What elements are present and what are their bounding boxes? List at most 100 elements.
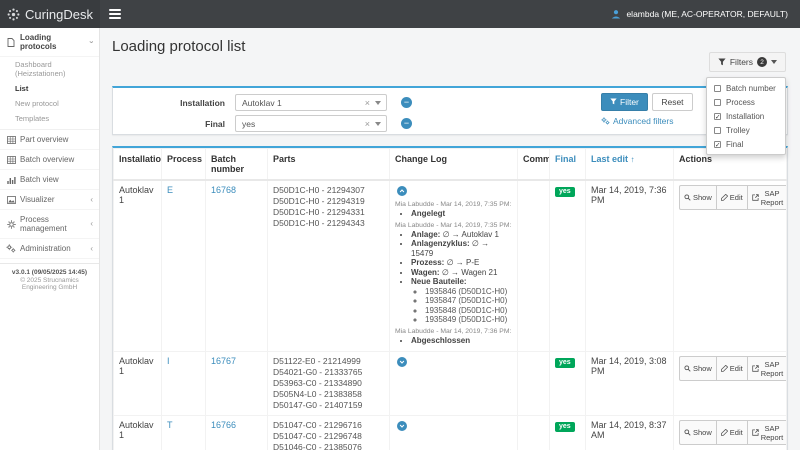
final-badge: yes: [555, 187, 575, 197]
copyright: © 2025 Strucnamics Engineering GmbH: [3, 277, 96, 291]
filter-option-label: Process: [726, 98, 755, 107]
sap-report-button[interactable]: SAP Report: [747, 185, 787, 210]
cell-batch-number: 16767: [206, 352, 268, 416]
part-number: D50D1C-H0 - 21294307: [273, 185, 384, 196]
show-button[interactable]: Show: [679, 185, 717, 210]
filter-option-checkbox[interactable]: [714, 85, 721, 92]
cell-change-log: [390, 416, 518, 450]
final-select[interactable]: yes ×: [235, 115, 387, 132]
changelog-subitem: 1935847 (D50D1C-H0): [425, 296, 512, 306]
sidebar-item-dashboard[interactable]: Dashboard (Heizstationen): [0, 57, 99, 81]
cell-installation: Autoklav 1: [114, 416, 162, 450]
sidebar-item-templates[interactable]: Templates: [0, 111, 99, 126]
edit-button[interactable]: Edit: [716, 356, 748, 381]
part-number: D51047-C0 - 21296748: [273, 431, 384, 442]
sidebar-item-batch-view[interactable]: Batch view: [0, 170, 99, 190]
magnifier-icon: [684, 194, 691, 201]
filter-option[interactable]: ✓ Installation: [707, 109, 785, 123]
part-number: D51122-E0 - 21214999: [273, 356, 384, 367]
sidebar-item-administration[interactable]: Administration ‹: [0, 239, 99, 259]
caret-down-icon: [771, 60, 777, 64]
filters-dropdown-menu: Batch number Process ✓ Installation Trol…: [706, 77, 786, 155]
filter-panel: Installation Autoklav 1 × − Final yes × …: [112, 86, 788, 135]
sap-report-button[interactable]: SAP Report: [747, 420, 787, 445]
row-actions: Show Edit SAP Report: [679, 420, 787, 445]
reset-button[interactable]: Reset: [652, 93, 692, 111]
cell-comment: [518, 180, 550, 352]
protocol-table: Installation Process Batch number Parts …: [113, 148, 787, 450]
caret-down-icon: [375, 122, 381, 126]
sidebar-item-loading-protocols[interactable]: Loading protocols ‹: [0, 28, 99, 57]
sap-report-button[interactable]: SAP Report: [747, 356, 787, 381]
batch-number-link[interactable]: 16767: [211, 356, 236, 366]
col-final[interactable]: Final: [550, 149, 586, 181]
cell-last-edit: Mar 14, 2019, 8:37 AM: [586, 416, 674, 450]
cell-change-log: [390, 352, 518, 416]
clear-icon[interactable]: ×: [365, 119, 370, 129]
filter-option-checkbox[interactable]: [714, 127, 721, 134]
brand[interactable]: CuringDesk: [0, 0, 100, 28]
sidebar-item-visualizer[interactable]: Visualizer ‹: [0, 190, 99, 210]
process-link[interactable]: I: [167, 356, 170, 366]
filter-option-checkbox[interactable]: [714, 99, 721, 106]
advanced-filters-link[interactable]: Advanced filters: [601, 116, 673, 126]
show-button[interactable]: Show: [679, 356, 717, 381]
top-navbar: CuringDesk elambda (ME, AC-OPERATOR, DEF…: [0, 0, 800, 28]
user-menu[interactable]: elambda (ME, AC-OPERATOR, DEFAULT): [599, 0, 800, 28]
remove-filter-icon[interactable]: −: [401, 97, 412, 108]
col-change-log: Change Log: [390, 149, 518, 181]
clear-icon[interactable]: ×: [365, 98, 370, 108]
filters-dropdown-button[interactable]: Filters 2: [709, 52, 786, 72]
cell-final: yes: [550, 352, 586, 416]
changelog-toggle-icon[interactable]: [397, 421, 407, 431]
gear-icon: [6, 220, 16, 229]
sidebar-toggle-button[interactable]: [100, 0, 130, 28]
edit-button[interactable]: Edit: [716, 185, 748, 210]
changelog-subitem: 1935849 (D50D1C-H0): [425, 315, 512, 325]
sidebar-item-process-management[interactable]: Process management ‹: [0, 210, 99, 239]
changelog-entry-header: Mia Labudde - Mar 14, 2019, 7:35 PM:: [395, 201, 512, 208]
filter-button[interactable]: Filter: [601, 93, 648, 111]
cell-final: yes: [550, 180, 586, 352]
main-content: Loading protocol list Filters 2 Batch nu…: [100, 28, 800, 450]
col-parts: Parts: [268, 149, 390, 181]
sidebar-item-part-overview[interactable]: Part overview: [0, 130, 99, 150]
magnifier-icon: [684, 365, 691, 372]
filter-option-checkbox[interactable]: ✓: [714, 113, 721, 120]
sidebar-item-new-protocol[interactable]: New protocol: [0, 96, 99, 111]
changelog-toggle-icon[interactable]: [397, 186, 407, 196]
col-last-edit[interactable]: Last edit ↑: [586, 149, 674, 181]
filter-option[interactable]: Process: [707, 95, 785, 109]
part-number: D50D1C-H0 - 21294331: [273, 207, 384, 218]
image-icon: [6, 196, 16, 204]
installation-label: Installation: [113, 98, 235, 108]
sidebar-item-batch-overview[interactable]: Batch overview: [0, 150, 99, 170]
changelog-item: Wagen: ∅ → Wagen 21: [411, 268, 512, 278]
sidebar-item-list[interactable]: List: [0, 81, 99, 96]
filter-option[interactable]: ✓ Final: [707, 137, 785, 151]
export-icon: [752, 365, 759, 372]
loading-protocols-submenu: Dashboard (Heizstationen) List New proto…: [0, 57, 99, 130]
filter-option[interactable]: Trolley: [707, 123, 785, 137]
batch-number-link[interactable]: 16768: [211, 185, 236, 195]
changelog-toggle-icon[interactable]: [397, 357, 407, 367]
show-button[interactable]: Show: [679, 420, 717, 445]
batch-number-link[interactable]: 16766: [211, 420, 236, 430]
edit-button[interactable]: Edit: [716, 420, 748, 445]
filter-option-checkbox[interactable]: ✓: [714, 141, 721, 148]
remove-filter-icon[interactable]: −: [401, 118, 412, 129]
part-number: D50147-G0 - 21407159: [273, 400, 384, 411]
changelog-subitem-list: 1935846 (D50D1C-H0)1935847 (D50D1C-H0)19…: [425, 287, 512, 325]
process-link[interactable]: T: [167, 420, 173, 430]
part-number: D53963-C0 - 21334890: [273, 378, 384, 389]
filter-row-final: Final yes × −: [113, 115, 412, 132]
table-row: Autoklav 1 T 16766 D51047-C0 - 21296716D…: [114, 416, 787, 450]
brand-logo-icon: [7, 8, 20, 21]
installation-select[interactable]: Autoklav 1 ×: [235, 94, 387, 111]
cell-installation: Autoklav 1: [114, 180, 162, 352]
process-link[interactable]: E: [167, 185, 173, 195]
table-header-row: Installation Process Batch number Parts …: [114, 149, 787, 181]
changelog-entry-list: Angelegt: [411, 209, 512, 219]
filter-option[interactable]: Batch number: [707, 81, 785, 95]
part-number: D51046-C0 - 21385076: [273, 442, 384, 450]
